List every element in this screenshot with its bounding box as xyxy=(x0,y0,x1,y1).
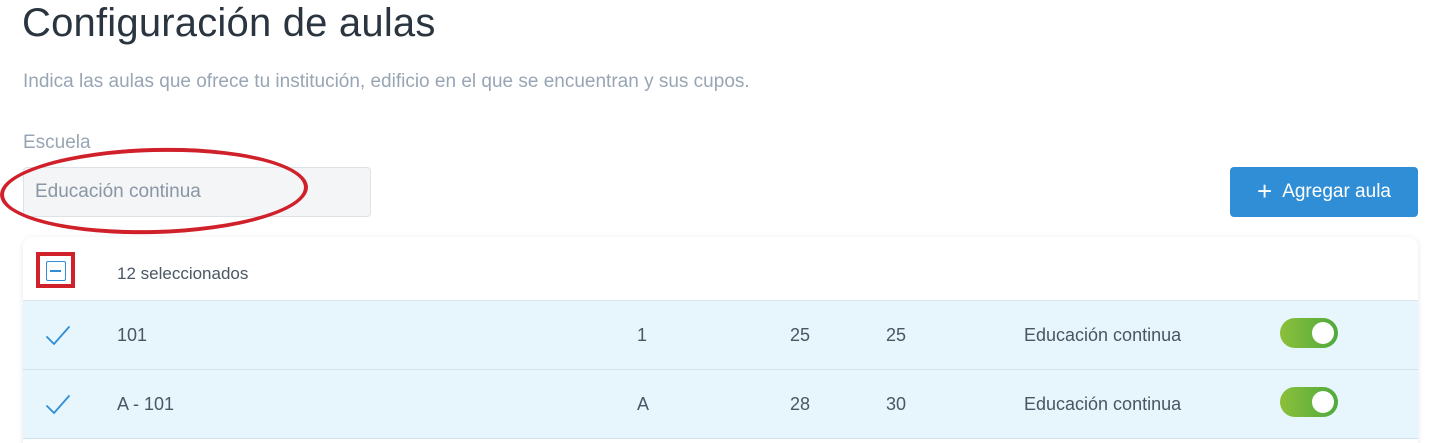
classroom-config-page: Configuración de aulas Indica las aulas … xyxy=(0,0,1450,443)
table-row[interactable]: 101 1 25 25 Educación continua xyxy=(23,301,1418,370)
toggle-knob xyxy=(1312,322,1334,344)
classroom-capacity-a: 25 xyxy=(790,325,811,345)
table-header: 12 seleccionados xyxy=(23,237,1418,301)
classroom-building: A xyxy=(637,394,650,414)
classroom-name: 101 xyxy=(117,325,148,345)
active-toggle[interactable] xyxy=(1280,387,1338,417)
school-input[interactable] xyxy=(23,167,371,217)
page-subtitle: Indica las aulas que ofrece tu instituci… xyxy=(23,71,750,92)
classroom-building: 1 xyxy=(637,325,648,345)
add-classroom-button[interactable]: + Agregar aula xyxy=(1230,167,1418,217)
page-title: Configuración de aulas xyxy=(22,1,436,45)
classrooms-table: 12 seleccionados 101 1 25 25 Educación c… xyxy=(23,237,1418,443)
classroom-name: A - 101 xyxy=(117,394,175,414)
plus-icon: + xyxy=(1257,176,1273,206)
classroom-school: Educación continua xyxy=(1024,394,1182,414)
classroom-school: Educación continua xyxy=(1024,325,1182,345)
selected-count: 12 seleccionados xyxy=(117,264,249,283)
toggle-knob xyxy=(1312,391,1334,413)
school-field-label: Escuela xyxy=(23,132,91,153)
active-toggle[interactable] xyxy=(1280,318,1338,348)
classroom-capacity-a: 28 xyxy=(790,394,811,414)
checkmark-icon[interactable] xyxy=(45,394,71,416)
classroom-capacity-b: 30 xyxy=(886,394,907,414)
annotation-box xyxy=(36,252,75,288)
checkmark-icon[interactable] xyxy=(45,325,71,347)
table-row[interactable]: A - 101 A 28 30 Educación continua xyxy=(23,370,1418,439)
add-classroom-label: Agregar aula xyxy=(1282,181,1391,202)
classroom-capacity-b: 25 xyxy=(886,325,907,345)
select-all-checkbox[interactable] xyxy=(46,261,66,281)
